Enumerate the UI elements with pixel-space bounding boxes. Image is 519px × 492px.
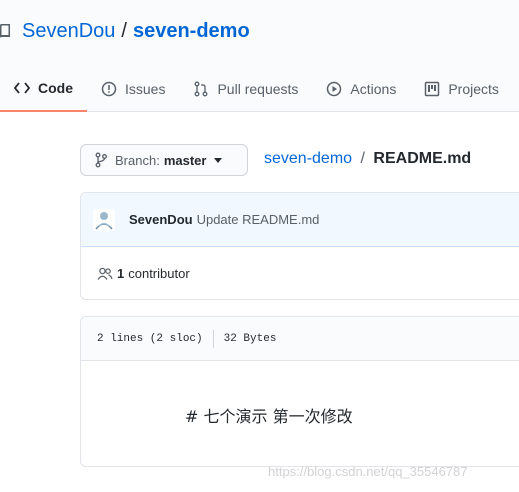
commit-bar: SevenDou Update README.md — [81, 193, 519, 247]
latest-commit-box: SevenDou Update README.md 1 contributor — [80, 192, 519, 300]
repo-path-separator: / — [121, 20, 127, 42]
tab-actions[interactable]: Actions — [312, 66, 410, 112]
branch-select-button[interactable]: Branch: master — [80, 144, 248, 176]
branch-prefix: Branch: — [115, 152, 160, 168]
watermark: https://blog.csdn.net/qq_35546787 — [268, 464, 468, 479]
file-breadcrumb: seven-demo / README.md — [264, 150, 471, 168]
repo-owner-link[interactable]: SevenDou — [22, 20, 115, 43]
readme-heading: # 七个演示 第一次修改 — [185, 407, 353, 426]
repo-icon — [0, 23, 10, 40]
breadcrumb-separator: / — [360, 150, 365, 167]
contributors-row[interactable]: 1 contributor — [81, 247, 519, 299]
tab-code[interactable]: Code — [0, 66, 87, 112]
tab-projects-label: Projects — [448, 81, 499, 97]
commit-author-link[interactable]: SevenDou — [129, 212, 193, 227]
tab-actions-label: Actions — [350, 81, 397, 97]
code-icon — [14, 82, 30, 94]
tab-issues-label: Issues — [125, 81, 166, 97]
repo-name-link[interactable]: seven-demo — [133, 20, 250, 43]
play-icon — [327, 81, 342, 97]
repo-title: SevenDou / seven-demo — [0, 20, 250, 43]
breadcrumb-file-name: README.md — [373, 150, 472, 167]
tab-pull-requests[interactable]: Pull requests — [179, 66, 312, 112]
pull-request-icon — [195, 81, 208, 97]
tab-projects[interactable]: Projects — [410, 66, 513, 112]
tab-issues[interactable]: Issues — [87, 66, 179, 112]
people-icon — [97, 267, 113, 280]
file-view: 2 lines (2 sloc) 32 Bytes # 七个演示 第一次修改 — [80, 316, 519, 467]
contributor-label: contributor — [128, 266, 190, 281]
file-size: 32 Bytes — [223, 332, 277, 345]
repo-tabs: Code Issues Pull requests Actions Projec… — [0, 66, 513, 112]
repo-header: SevenDou / seven-demo Code Issues Pull r… — [0, 0, 519, 112]
branch-icon — [95, 152, 107, 168]
tab-pull-requests-label: Pull requests — [217, 81, 299, 97]
file-info-divider — [212, 329, 214, 348]
file-info-header: 2 lines (2 sloc) 32 Bytes — [81, 317, 519, 361]
file-body: # 七个演示 第一次修改 — [81, 361, 519, 466]
project-icon — [425, 81, 440, 97]
file-line-count: 2 lines (2 sloc) — [97, 332, 203, 345]
avatar[interactable] — [93, 208, 115, 231]
breadcrumb-repo-link[interactable]: seven-demo — [264, 150, 352, 167]
branch-name: master — [163, 152, 207, 168]
chevron-down-icon — [214, 157, 223, 163]
tab-code-label: Code — [38, 80, 73, 96]
issue-icon — [101, 81, 117, 97]
commit-message-link[interactable]: Update README.md — [197, 212, 320, 227]
contributor-count: 1 — [117, 266, 125, 281]
